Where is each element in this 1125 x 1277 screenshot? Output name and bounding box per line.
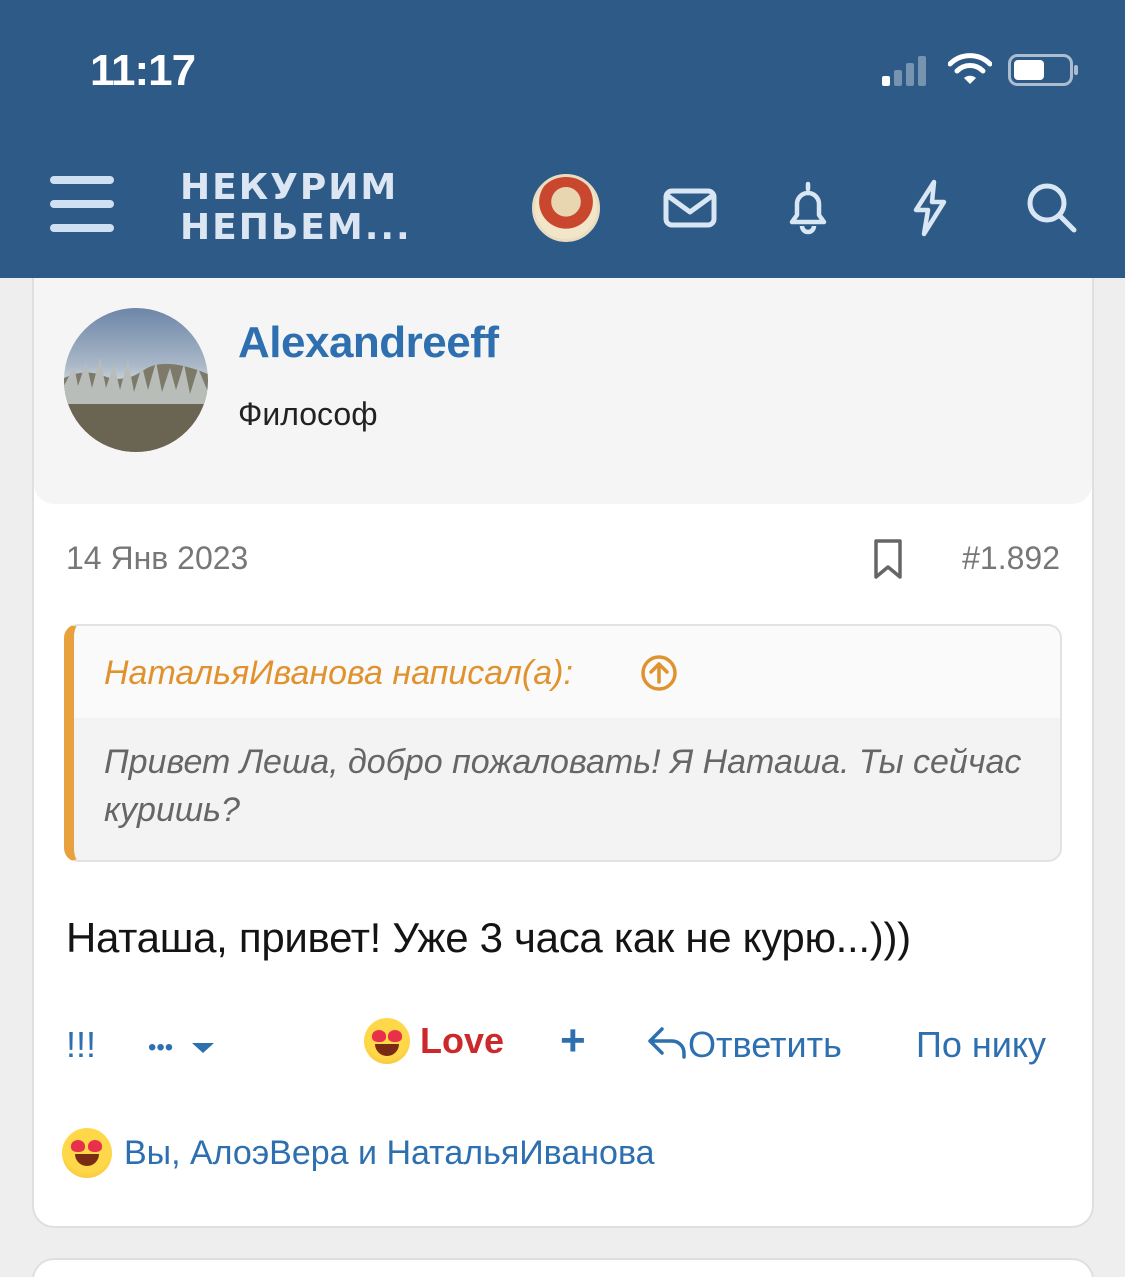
author-title: Философ: [238, 396, 378, 432]
post-user-block: Alexandreeff Философ: [34, 278, 1092, 504]
arrow-up-circle-icon[interactable]: [640, 654, 678, 692]
exclaim-button[interactable]: !!!: [66, 1024, 96, 1066]
post-actions: !!! ••• Love + Ответить По нику: [34, 1016, 1092, 1080]
app-header: 11:17 НЕКУРИМ НЕПЬЕМ...: [0, 0, 1125, 278]
love-reaction-button[interactable]: Love: [364, 1018, 505, 1065]
bell-icon[interactable]: [778, 178, 838, 238]
post-date[interactable]: 14 Янв 2023: [66, 540, 248, 577]
post-card: Alexandreeff Философ 14 Янв 2023 #1.892 …: [32, 278, 1094, 1228]
signal-icon: [880, 52, 932, 88]
lightning-icon[interactable]: [900, 178, 960, 238]
quote-author[interactable]: НатальяИванова написал(а):: [104, 654, 573, 693]
wifi-icon: [948, 53, 992, 84]
account-avatar[interactable]: [532, 174, 600, 242]
quote-text: Привет Леша, добро пожаловать! Я Наташа.…: [104, 743, 1022, 829]
add-reaction-button[interactable]: +: [560, 1016, 586, 1066]
more-menu-button[interactable]: •••: [148, 1034, 216, 1062]
status-time: 11:17: [90, 46, 196, 95]
reply-label: Ответить: [688, 1024, 842, 1065]
heart-eyes-emoji-icon: [364, 1018, 410, 1065]
search-icon[interactable]: [1022, 178, 1082, 238]
bookmark-icon[interactable]: [870, 538, 906, 580]
inbox-icon[interactable]: [660, 178, 720, 238]
more-dots: •••: [148, 1034, 174, 1061]
next-post-card: [32, 1258, 1094, 1277]
menu-button[interactable]: [50, 176, 114, 232]
logo-line-1: НЕКУРИМ: [180, 167, 399, 208]
author-name[interactable]: Alexandreeff: [238, 318, 499, 368]
forest-photo: [64, 358, 208, 452]
battery-icon: [1008, 54, 1078, 86]
reactions-users[interactable]: Вы, АлоэВера и НатальяИванова: [124, 1134, 655, 1173]
reactions-summary[interactable]: Вы, АлоэВера и НатальяИванова: [62, 1128, 655, 1184]
post-number[interactable]: #1.892: [962, 540, 1060, 577]
author-avatar[interactable]: [64, 308, 208, 452]
heart-eyes-emoji-icon: [62, 1128, 112, 1178]
quote-block: НатальяИванова написал(а): Привет Леша, …: [64, 624, 1062, 862]
love-label: Love: [420, 1020, 505, 1062]
post-message: Наташа, привет! Уже 3 часа как не курю..…: [66, 914, 911, 961]
site-logo[interactable]: НЕКУРИМ НЕПЬЕМ...: [180, 168, 412, 248]
logo-line-2: НЕПЬЕМ...: [180, 207, 412, 248]
caret-down-icon: [191, 1043, 214, 1053]
quote-header: НатальяИванова написал(а):: [74, 626, 1060, 718]
reply-arrow-icon: [648, 1027, 686, 1059]
reply-button[interactable]: Ответить: [646, 1024, 842, 1066]
quote-by-nick-button[interactable]: По нику: [916, 1024, 1046, 1066]
status-icons: [880, 52, 1090, 88]
